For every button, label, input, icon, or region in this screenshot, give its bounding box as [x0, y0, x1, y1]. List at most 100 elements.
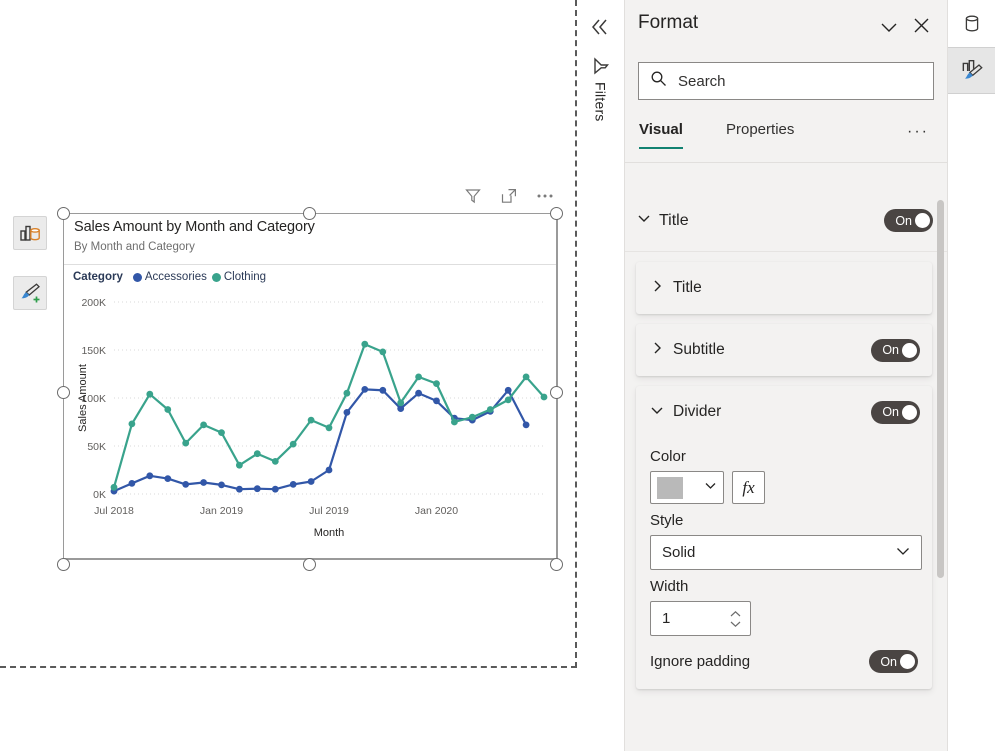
data-point-accessories[interactable] [164, 475, 172, 482]
resize-handle-middle-left[interactable] [56, 386, 70, 399]
resize-handle-middle-right[interactable] [550, 386, 563, 399]
data-point-clothing[interactable] [415, 373, 422, 381]
data-cylinder-icon[interactable] [948, 0, 995, 47]
data-point-accessories[interactable] [271, 485, 279, 493]
data-point-accessories[interactable] [182, 481, 190, 488]
data-point-accessories[interactable] [397, 405, 405, 412]
filter-funnel-icon[interactable] [591, 56, 611, 81]
data-point-accessories[interactable] [522, 421, 530, 429]
data-point-accessories[interactable] [200, 479, 208, 486]
build-visual-icon[interactable] [13, 216, 47, 250]
conditional-formatting-fx-button[interactable]: fx [732, 471, 765, 504]
search-input[interactable] [676, 71, 922, 91]
data-point-clothing[interactable] [218, 429, 225, 436]
format-pane-tabs[interactable]: Visual Properties ··· [625, 118, 947, 163]
style-select[interactable]: Solid [650, 535, 922, 570]
data-point-clothing[interactable] [253, 450, 261, 458]
data-point-clothing[interactable] [361, 340, 369, 348]
focus-mode-icon[interactable] [499, 186, 519, 206]
data-point-accessories[interactable] [325, 466, 333, 474]
double-chevron-left-icon[interactable] [589, 16, 611, 43]
close-icon[interactable] [911, 15, 932, 41]
tab-properties[interactable]: Properties [726, 121, 794, 147]
resize-handle-bottom-right[interactable] [550, 558, 563, 571]
data-point-clothing[interactable] [433, 380, 440, 387]
data-point-clothing[interactable] [540, 393, 548, 401]
stepper-arrows-icon[interactable] [729, 610, 742, 628]
data-point-accessories[interactable] [361, 386, 369, 393]
data-point-clothing[interactable] [200, 421, 208, 429]
card-divider-header[interactable]: Divider On [636, 386, 932, 438]
color-picker-button[interactable] [650, 471, 724, 504]
right-rail[interactable] [947, 0, 995, 751]
resize-handle-bottom-left[interactable] [56, 558, 70, 571]
card-subtitle-header[interactable]: Subtitle On [636, 324, 932, 376]
card-title[interactable]: Title [636, 262, 932, 314]
data-point-clothing[interactable] [271, 458, 279, 465]
filter-icon[interactable] [463, 186, 483, 206]
data-point-clothing[interactable] [397, 399, 405, 407]
data-point-clothing[interactable] [468, 413, 476, 421]
format-paintbrush-icon[interactable] [948, 47, 995, 94]
resize-handle-top-left[interactable] [56, 206, 70, 220]
data-point-clothing[interactable] [379, 348, 387, 356]
data-point-clothing[interactable] [164, 406, 172, 413]
tab-visual[interactable]: Visual [639, 121, 683, 149]
data-point-accessories[interactable] [433, 397, 440, 405]
line-chart-visual[interactable]: Sales Amount by Month and Category By Mo… [63, 213, 558, 560]
legend-item-accessories[interactable]: Accessories [132, 271, 207, 283]
data-point-accessories[interactable] [253, 485, 261, 493]
data-point-accessories[interactable] [289, 481, 297, 488]
format-pane-scrollbar[interactable] [937, 200, 944, 578]
data-point-clothing[interactable] [343, 389, 351, 397]
data-point-clothing[interactable] [451, 418, 458, 426]
ignore-padding-toggle[interactable]: On [869, 650, 918, 673]
format-pane-body[interactable]: Title On Title Subtitle On Divider On Co… [625, 190, 947, 751]
data-point-accessories[interactable] [415, 389, 422, 397]
format-paintbrush-icon[interactable] [13, 276, 47, 310]
data-point-clothing[interactable] [289, 440, 297, 448]
filters-pane-collapsed[interactable]: Filters [577, 0, 625, 751]
card-subtitle-toggle[interactable]: On [871, 338, 920, 362]
chart-legend[interactable]: Category Accessories Clothing [73, 271, 266, 283]
chart-plot-area[interactable]: 0K50K100K150K200KSales AmountJul 2018 Jan… [64, 288, 558, 560]
data-point-clothing[interactable] [486, 406, 494, 413]
search-box[interactable] [638, 62, 934, 100]
data-point-clothing[interactable] [146, 390, 154, 398]
card-divider[interactable]: Divider On Color fx Style Solid Width 1 … [636, 386, 932, 689]
resize-handle-top-right[interactable] [550, 206, 563, 220]
data-point-accessories[interactable] [379, 386, 387, 394]
section-title-toggle[interactable]: On [884, 209, 933, 232]
data-point-accessories[interactable] [504, 386, 512, 394]
data-point-clothing[interactable] [325, 424, 333, 432]
resize-handle-top-center[interactable] [303, 206, 316, 220]
card-title-header[interactable]: Title [636, 262, 932, 314]
card-subtitle[interactable]: Subtitle On [636, 324, 932, 376]
section-header-title[interactable]: Title On [625, 190, 947, 252]
data-point-accessories[interactable] [307, 478, 315, 485]
resize-handle-bottom-center[interactable] [303, 558, 316, 571]
more-options-icon[interactable] [535, 186, 555, 206]
data-point-accessories[interactable] [218, 481, 225, 489]
visual-container[interactable]: Sales Amount by Month and Category By Mo… [56, 189, 563, 571]
data-point-clothing[interactable] [128, 420, 136, 428]
tabs-more-options-icon[interactable]: ··· [907, 123, 929, 141]
data-point-clothing[interactable] [110, 483, 118, 491]
data-point-clothing[interactable] [182, 439, 190, 447]
data-point-clothing[interactable] [236, 461, 243, 469]
visual-header-icons[interactable] [463, 186, 555, 206]
data-point-clothing[interactable] [307, 416, 315, 424]
data-point-clothing[interactable] [522, 373, 530, 381]
width-stepper[interactable]: 1 [650, 601, 751, 636]
data-point-clothing[interactable] [504, 396, 512, 404]
report-canvas[interactable]: Sales Amount by Month and Category By Mo… [0, 0, 577, 668]
chevron-down-icon[interactable] [878, 16, 900, 43]
legend-item-clothing[interactable]: Clothing [211, 271, 266, 283]
card-divider-toggle[interactable]: On [871, 400, 920, 424]
data-point-accessories[interactable] [146, 472, 154, 480]
data-point-accessories[interactable] [343, 409, 351, 416]
format-pane[interactable]: Format Visual Properties ··· [625, 0, 947, 751]
data-point-accessories[interactable] [236, 485, 243, 493]
data-point-accessories[interactable] [128, 480, 136, 487]
series-line-accessories[interactable] [112, 388, 528, 493]
